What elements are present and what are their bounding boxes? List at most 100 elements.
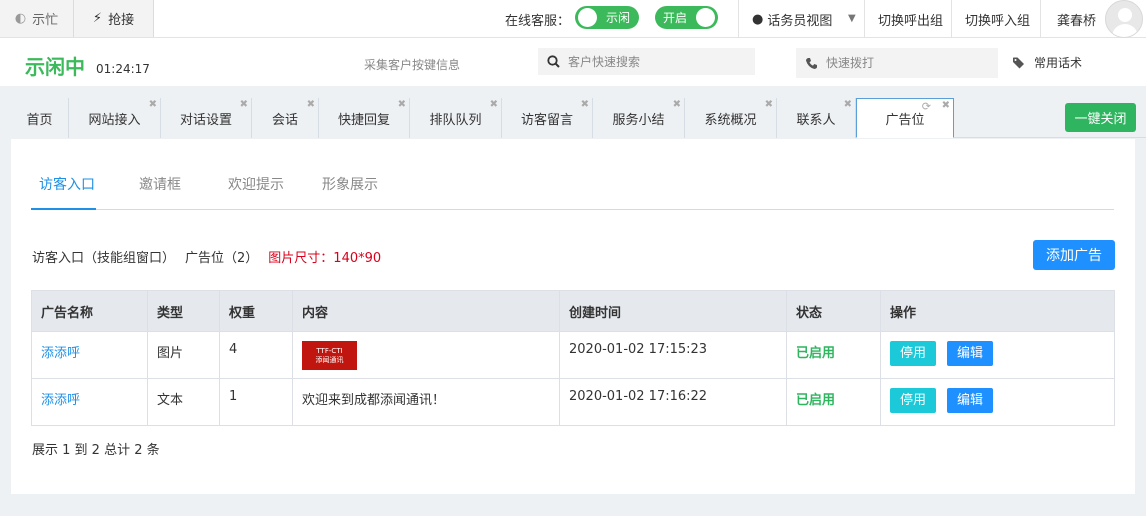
switch-inbound-group-button[interactable]: 切换呼入组 <box>965 0 1030 38</box>
table-row: 添添呼 图片 4 TTF-CTI 添闻通讯 2020-01-02 17:15:2… <box>31 331 1115 379</box>
common-phrases-button[interactable]: 常用话术 <box>1013 54 1082 71</box>
close-icon[interactable]: ✖ <box>490 100 498 110</box>
ad-table: 广告名称 类型 权重 内容 创建时间 状态 操作 添添呼 图片 4 TTF-CT… <box>31 290 1115 426</box>
close-icon[interactable]: ✖ <box>307 100 315 110</box>
close-icon[interactable]: ✖ <box>398 100 406 110</box>
subtab-invite-box[interactable]: 邀请框 <box>139 174 181 194</box>
column-header: 状态 <box>786 290 881 332</box>
tab-label: 网站接入 <box>88 112 141 128</box>
tab-ad-slots[interactable]: 广告位 ⟳ ✖ <box>856 98 954 138</box>
status-badge: 已启用 <box>786 331 881 379</box>
tab-label: 联系人 <box>796 112 836 128</box>
grab-button[interactable]: ⚡ 抢接 <box>74 0 154 37</box>
sub-tabs: 访客入口 邀请框 欢迎提示 形象展示 <box>31 170 1114 210</box>
close-icon[interactable]: ✖ <box>240 100 248 110</box>
refresh-icon[interactable]: ⟳ <box>922 100 931 113</box>
close-icon[interactable]: ✖ <box>581 100 589 110</box>
divider <box>738 0 739 38</box>
subtab-image-display[interactable]: 形象展示 <box>322 174 378 194</box>
toggle-knob <box>696 8 715 27</box>
toggle-knob <box>578 8 597 27</box>
busy-icon: ◐ <box>14 11 27 26</box>
ad-name-link[interactable]: 添添呼 <box>31 378 148 426</box>
ad-actions: 停用 编辑 <box>880 331 1115 379</box>
avatar[interactable] <box>1105 0 1143 38</box>
tab-label: 访客留言 <box>520 112 573 128</box>
online-toggle[interactable]: 开启 <box>655 6 718 29</box>
ad-thumbnail-line1: TTF-CTI <box>316 347 343 355</box>
close-icon[interactable]: ✖ <box>942 101 950 111</box>
disable-button[interactable]: 停用 <box>890 388 936 413</box>
tab-contacts[interactable]: 联系人 ✖ <box>777 98 856 138</box>
image-size-hint: 图片尺寸：140*90 <box>268 251 382 266</box>
common-phrases-label: 常用话术 <box>1034 56 1083 70</box>
busy-button[interactable]: ◐ 示忙 <box>0 0 74 37</box>
customer-search[interactable] <box>538 48 755 75</box>
agent-view-menu[interactable]: ● 话务员视图 <box>752 0 832 38</box>
busy-label: 示忙 <box>32 13 59 28</box>
tab-queue[interactable]: 排队队列 ✖ <box>410 98 502 138</box>
quick-dial-input[interactable] <box>826 56 996 70</box>
tab-quick-reply[interactable]: 快捷回复 ✖ <box>319 98 410 138</box>
table-row: 添添呼 文本 1 欢迎来到成都添闻通讯！ 2020-01-02 17:16:22… <box>31 378 1115 426</box>
ad-content: 欢迎来到成都添闻通讯！ <box>292 378 560 426</box>
ad-content: TTF-CTI 添闻通讯 <box>292 331 560 379</box>
tab-label: 对话设置 <box>179 112 232 128</box>
grab-label: 抢接 <box>108 13 135 28</box>
divider <box>864 0 865 38</box>
column-header: 操作 <box>880 290 1115 332</box>
user-icon: ● <box>752 11 764 27</box>
close-all-tabs-button[interactable]: 一键关闭 <box>1065 103 1136 132</box>
state-timer: 01:24:17 <box>96 62 150 76</box>
tab-service-summary[interactable]: 服务小结 ✖ <box>593 98 685 138</box>
tab-label: 快捷回复 <box>337 112 390 128</box>
tab-website-access[interactable]: 网站接入 ✖ <box>69 98 161 138</box>
collect-keypress-link[interactable]: 采集客户按键信息 <box>364 56 460 73</box>
search-icon <box>547 55 560 68</box>
idle-toggle-label: 示闲 <box>606 11 631 25</box>
online-toggle-label: 开启 <box>663 11 688 25</box>
subtab-visitor-entry[interactable]: 访客入口 <box>39 174 95 194</box>
ad-slot-info: 访客入口（技能组窗口） 广告位（2） 图片尺寸：140*90 <box>32 247 381 266</box>
slot-count: 广告位（2） <box>185 251 259 266</box>
tab-label: 首页 <box>26 112 53 128</box>
close-icon[interactable]: ✖ <box>765 100 773 110</box>
entry-label: 访客入口（技能组窗口） <box>32 251 176 266</box>
ad-thumbnail: TTF-CTI 添闻通讯 <box>302 341 357 370</box>
tab-sessions[interactable]: 会话 ✖ <box>252 98 319 138</box>
edit-button[interactable]: 编辑 <box>947 341 993 366</box>
tab-chat-settings[interactable]: 对话设置 ✖ <box>161 98 252 138</box>
tab-bar: 首页 网站接入 ✖ 对话设置 ✖ 会话 ✖ 快捷回复 ✖ 排队队列 ✖ 访客留言… <box>11 98 1146 138</box>
column-header: 广告名称 <box>31 290 148 332</box>
close-icon[interactable]: ✖ <box>673 100 681 110</box>
tab-visitor-messages[interactable]: 访客留言 ✖ <box>502 98 593 138</box>
lightning-icon: ⚡ <box>92 11 103 26</box>
tab-system-overview[interactable]: 系统概况 ✖ <box>685 98 777 138</box>
subtab-welcome-tip[interactable]: 欢迎提示 <box>228 174 284 194</box>
chevron-down-icon[interactable]: ▼ <box>848 13 856 24</box>
close-icon[interactable]: ✖ <box>844 100 852 110</box>
ad-thumbnail-line2: 添闻通讯 <box>315 356 344 364</box>
column-header: 类型 <box>147 290 220 332</box>
tab-label: 排队队列 <box>429 112 482 128</box>
tab-home[interactable]: 首页 <box>11 98 69 138</box>
add-ad-button[interactable]: 添加广告 <box>1033 240 1115 270</box>
pagination-summary: 展示 1 到 2 总计 2 条 <box>32 443 160 458</box>
column-header: 权重 <box>219 290 293 332</box>
ad-type: 图片 <box>147 331 220 379</box>
disable-button[interactable]: 停用 <box>890 341 936 366</box>
tab-label: 会话 <box>271 112 298 128</box>
quick-dial[interactable] <box>796 48 998 78</box>
ad-weight: 1 <box>219 378 293 426</box>
customer-search-input[interactable] <box>568 54 738 69</box>
edit-button[interactable]: 编辑 <box>947 388 993 413</box>
close-icon[interactable]: ✖ <box>149 100 157 110</box>
username[interactable]: 龚春桥 <box>1057 0 1096 38</box>
tab-label: 系统概况 <box>704 112 757 128</box>
ad-name-link[interactable]: 添添呼 <box>31 331 148 379</box>
idle-toggle[interactable]: 示闲 <box>575 6 639 29</box>
divider <box>951 0 952 38</box>
avatar-body <box>1112 24 1138 37</box>
switch-outbound-group-button[interactable]: 切换呼出组 <box>878 0 943 38</box>
ad-created-time: 2020-01-02 17:16:22 <box>559 378 787 426</box>
